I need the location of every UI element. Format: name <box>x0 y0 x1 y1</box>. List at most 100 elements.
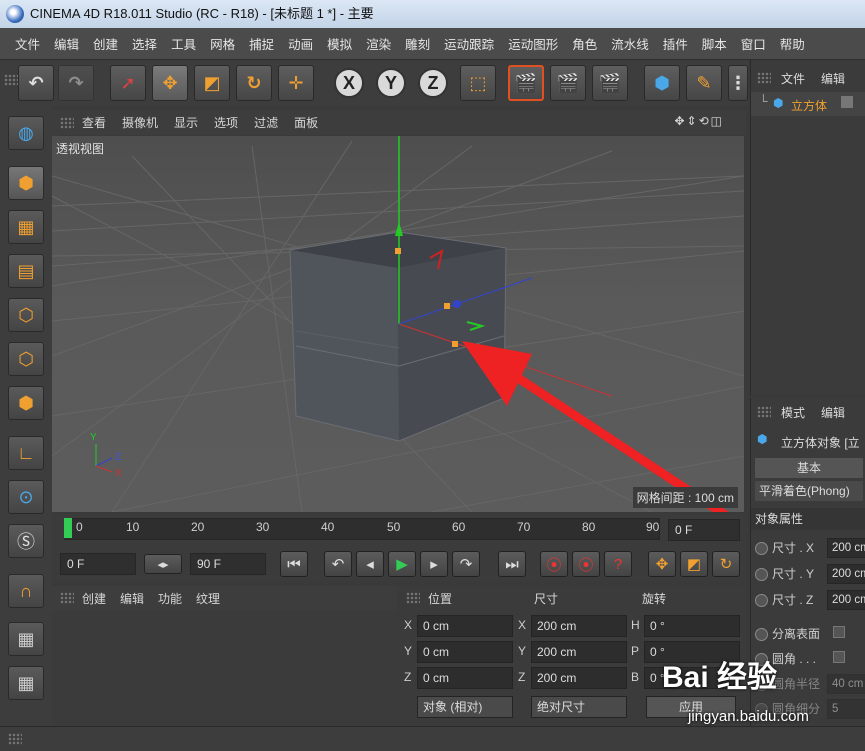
timeline-ruler[interactable]: 0 10 20 30 40 50 60 70 80 90 0 F <box>52 514 746 546</box>
attr-menu-edit[interactable]: 编辑 <box>821 404 845 421</box>
snap-button[interactable]: ∩ <box>8 574 44 608</box>
next-frame-button[interactable]: ▸ <box>420 551 448 577</box>
workplane-mode-button[interactable]: ▤ <box>8 254 44 288</box>
vp-menu-options[interactable]: 选项 <box>214 114 238 131</box>
vp-menu-view[interactable]: 查看 <box>82 114 106 131</box>
object-list-item[interactable]: └ ⬢ 立方体 <box>751 92 865 116</box>
go-to-start-button[interactable]: ⏮ <box>280 551 308 577</box>
coordinate-system-button[interactable]: ⬚ <box>460 65 496 101</box>
transform-button[interactable]: ✛ <box>278 65 314 101</box>
separate-surfaces-checkbox[interactable] <box>833 626 845 638</box>
obj-menu-file[interactable]: 文件 <box>781 70 805 87</box>
menu-select[interactable]: 选择 <box>132 34 157 53</box>
timeline-track[interactable] <box>64 518 660 540</box>
menu-character[interactable]: 角色 <box>572 34 597 53</box>
tab-basic[interactable]: 基本 <box>755 458 863 478</box>
scale-button[interactable]: ◩ <box>194 65 230 101</box>
menu-window[interactable]: 窗口 <box>741 34 766 53</box>
menu-file[interactable]: 文件 <box>15 34 40 53</box>
playhead-marker[interactable] <box>64 518 72 538</box>
record-rotation-button[interactable]: ↻ <box>712 551 740 577</box>
record-position-button[interactable]: ✥ <box>648 551 676 577</box>
position-x-field[interactable]: 0 cm <box>417 615 513 637</box>
go-to-end-button[interactable]: ⏭ <box>498 551 526 577</box>
record-scale-button[interactable]: ◩ <box>680 551 708 577</box>
tweak-mode-button[interactable]: ⊙ <box>8 480 44 514</box>
play-button[interactable]: ▶ <box>388 551 416 577</box>
attr-menu-mode[interactable]: 模式 <box>781 404 805 421</box>
vp-menu-display[interactable]: 显示 <box>174 114 198 131</box>
menu-edit[interactable]: 编辑 <box>54 34 79 53</box>
vp-menu-camera[interactable]: 摄像机 <box>122 114 158 131</box>
end-frame-field[interactable]: 90 F <box>190 553 266 575</box>
more-tools-button[interactable]: ⋮ <box>728 65 748 101</box>
texture-mode-button[interactable]: ▦ <box>8 210 44 244</box>
position-z-field[interactable]: 0 cm <box>417 667 513 689</box>
position-y-field[interactable]: 0 cm <box>417 641 513 663</box>
vp-menu-panel[interactable]: 面板 <box>294 114 318 131</box>
render-to-picture-viewer-button[interactable]: 🎬 <box>550 65 586 101</box>
vp-menu-filter[interactable]: 过滤 <box>254 114 278 131</box>
menu-tools[interactable]: 工具 <box>171 34 196 53</box>
live-select-button[interactable]: ➚ <box>110 65 146 101</box>
keyframe-radio-icon[interactable] <box>755 594 768 608</box>
attr-size-z-field[interactable]: 200 cm <box>827 590 865 610</box>
attr-size-x-field[interactable]: 200 cm <box>827 538 865 558</box>
previous-frame-button[interactable]: ◂ <box>356 551 384 577</box>
move-button[interactable]: ✥ <box>152 65 188 101</box>
menu-help[interactable]: 帮助 <box>780 34 805 53</box>
mat-menu-edit[interactable]: 编辑 <box>120 590 144 607</box>
make-editable-button[interactable]: ◍ <box>8 116 44 150</box>
model-mode-button[interactable]: ⬢ <box>8 166 44 200</box>
y-axis-button[interactable]: Y <box>376 68 406 98</box>
menu-snap[interactable]: 捕捉 <box>249 34 274 53</box>
polygons-mode-button[interactable]: ⬢ <box>8 386 44 420</box>
solo-button[interactable]: Ⓢ <box>8 524 44 558</box>
tag-checker-icon[interactable] <box>841 96 853 108</box>
rotate-button[interactable]: ↻ <box>236 65 272 101</box>
frame-range-slider[interactable]: ◂▸ <box>144 554 182 574</box>
size-z-field[interactable]: 200 cm <box>531 667 627 689</box>
tab-phong[interactable]: 平滑着色(Phong) <box>755 481 863 501</box>
viewport-nav-icons[interactable]: ✥⇕⟲◫ <box>674 114 724 128</box>
planar-workplane-button[interactable]: ▦ <box>8 666 44 700</box>
menu-animate[interactable]: 动画 <box>288 34 313 53</box>
axis-mode-button[interactable]: ∟ <box>8 436 44 470</box>
obj-menu-edit[interactable]: 编辑 <box>821 70 845 87</box>
object-name[interactable]: 立方体 <box>791 97 827 114</box>
next-key-button[interactable]: ↷ <box>452 551 480 577</box>
size-x-field[interactable]: 200 cm <box>531 615 627 637</box>
keyframe-radio-icon[interactable] <box>755 542 768 556</box>
keyframe-radio-icon[interactable] <box>755 568 768 582</box>
menu-plugins[interactable]: 插件 <box>663 34 688 53</box>
menu-mograph[interactable]: 运动图形 <box>508 34 558 53</box>
previous-key-button[interactable]: ↶ <box>324 551 352 577</box>
start-frame-field[interactable]: 0 F <box>60 553 136 575</box>
keyframe-radio-icon[interactable] <box>755 628 768 642</box>
mat-menu-texture[interactable]: 纹理 <box>196 590 220 607</box>
menu-pipeline[interactable]: 流水线 <box>611 34 649 53</box>
cube-object[interactable] <box>289 231 507 442</box>
render-view-button[interactable]: 🎬 <box>508 65 544 101</box>
z-axis-button[interactable]: Z <box>418 68 448 98</box>
pen-tool-button[interactable]: ✎ <box>686 65 722 101</box>
size-mode-dropdown[interactable]: 绝对尺寸 <box>531 696 627 718</box>
edges-mode-button[interactable]: ⬡ <box>8 342 44 376</box>
menu-sculpt[interactable]: 雕刻 <box>405 34 430 53</box>
lock-workplane-button[interactable]: ▦ <box>8 622 44 656</box>
redo-button[interactable]: ↷ <box>58 65 94 101</box>
menu-motion-tracker[interactable]: 运动跟踪 <box>444 34 494 53</box>
menu-render[interactable]: 渲染 <box>366 34 391 53</box>
render-settings-button[interactable]: 🎬 <box>592 65 628 101</box>
undo-button[interactable]: ↶ <box>18 65 54 101</box>
cube-object-button[interactable]: ⬢ <box>644 65 680 101</box>
keyframe-selection-button[interactable]: ? <box>604 551 632 577</box>
coordinate-mode-dropdown[interactable]: 对象 (相对) <box>417 696 513 718</box>
menu-create[interactable]: 创建 <box>93 34 118 53</box>
attr-size-y-field[interactable]: 200 cm <box>827 564 865 584</box>
perspective-viewport[interactable]: Y Z X 透视视图 网格间距 : 100 cm <box>52 136 744 512</box>
record-keys-button[interactable]: ⦿ <box>540 551 568 577</box>
x-axis-button[interactable]: X <box>334 68 364 98</box>
menu-mesh[interactable]: 网格 <box>210 34 235 53</box>
mat-menu-function[interactable]: 功能 <box>158 590 182 607</box>
